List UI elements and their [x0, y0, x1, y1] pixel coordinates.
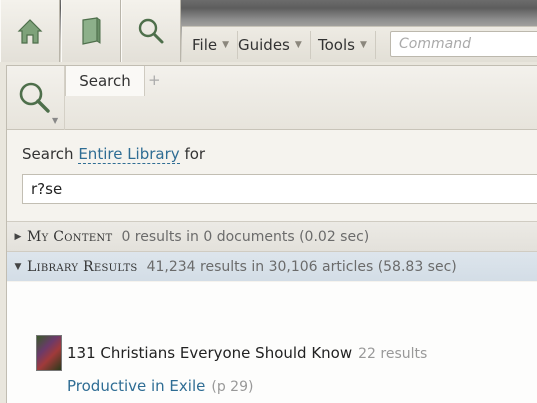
section-meta: 41,234 results in 30,106 articles (58.83…: [146, 258, 457, 275]
section-meta: 0 results in 0 documents (0.02 sec): [121, 228, 370, 245]
section-library-results[interactable]: ▼ Library Results 41,234 results in 30,1…: [7, 251, 537, 281]
tools-menu-label: Tools: [318, 36, 355, 54]
tools-menu[interactable]: Tools ▼: [318, 31, 376, 59]
article-title: Productive in Exile: [67, 377, 206, 395]
book-icon: [82, 17, 101, 45]
result-book[interactable]: 131 Christians Everyone Should Know 22 re…: [67, 344, 427, 362]
chevron-down-icon: ▼: [222, 40, 230, 50]
article-page: (p 29): [211, 379, 254, 395]
add-tab-button[interactable]: +: [148, 71, 161, 89]
tab-search[interactable]: Search: [65, 66, 145, 96]
chevron-down-icon: ▼: [52, 116, 59, 125]
search-tab[interactable]: [121, 0, 181, 62]
expand-triangle-icon: ▶: [14, 231, 22, 242]
search-area: Search Entire Library for r?se: [7, 130, 537, 215]
guides-menu[interactable]: Guides ▼: [238, 31, 311, 59]
search-panel: ▼ Search + Search Entire Library for r?s…: [6, 65, 537, 403]
book-cover[interactable]: [36, 335, 62, 371]
search-icon: [19, 82, 50, 113]
command-input[interactable]: Command: [390, 31, 537, 57]
guides-menu-label: Guides: [238, 36, 290, 54]
section-title: My Content: [27, 228, 113, 245]
book-result-count: 22 results: [358, 346, 428, 362]
section-my-content[interactable]: ▶ My Content 0 results in 0 documents (0…: [7, 221, 537, 251]
library-tab[interactable]: [61, 0, 121, 62]
search-prefix: Search: [22, 145, 74, 163]
file-menu-label: File: [192, 36, 218, 54]
file-menu[interactable]: File ▼: [192, 31, 239, 59]
search-scope-line: Search Entire Library for: [22, 145, 206, 164]
result-article[interactable]: Productive in Exile (p 29): [67, 377, 253, 395]
chevron-down-icon: ▼: [359, 40, 367, 50]
collapse-triangle-icon: ▼: [14, 261, 22, 272]
tab-search-label: Search: [79, 72, 131, 90]
search-input[interactable]: r?se: [22, 174, 537, 204]
panel-header: ▼ Search +: [7, 66, 537, 130]
results-list: 131 Christians Everyone Should Know 22 re…: [7, 282, 537, 403]
home-icon: [17, 19, 43, 44]
section-title: Library Results: [27, 258, 138, 275]
scope-selector[interactable]: Entire Library: [78, 145, 180, 164]
search-icon: [138, 18, 164, 44]
home-tab[interactable]: [0, 0, 60, 62]
search-suffix: for: [184, 145, 206, 163]
book-title: 131 Christians Everyone Should Know: [67, 344, 353, 362]
main-toolbar: File ▼ Guides ▼ Tools ▼ Command: [0, 0, 537, 62]
chevron-down-icon: ▼: [294, 40, 302, 50]
panel-menu-button[interactable]: ▼: [7, 66, 65, 130]
